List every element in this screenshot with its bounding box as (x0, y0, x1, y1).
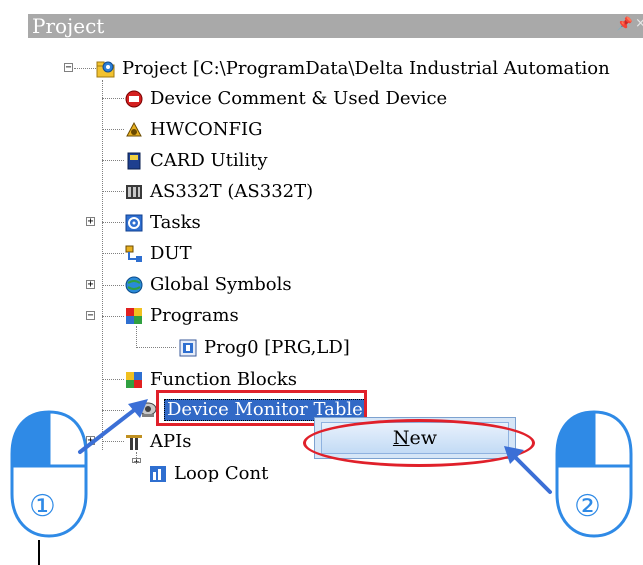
global-symbols-expander[interactable]: + (86, 280, 95, 290)
tree-item-label: DUT (150, 243, 192, 264)
step-1-label: ① (29, 489, 56, 524)
card-utility-icon (127, 152, 141, 170)
tree-item-label: Tasks (150, 212, 201, 233)
tree-item-label: Device Comment & Used Device (150, 88, 448, 109)
tree-item-label: Prog0 [PRG,LD] (204, 337, 350, 358)
loop-control-icon (150, 466, 166, 482)
tree-item-dut[interactable]: DUT (124, 239, 192, 269)
tree-item-global-symbols[interactable]: Global Symbols (124, 270, 292, 300)
tree-item-hwconfig[interactable]: HWCONFIG (124, 115, 262, 145)
device-comment-icon (125, 90, 143, 108)
step-2-label: ② (574, 489, 601, 524)
tree-item-label: AS332T (AS332T) (150, 181, 314, 202)
tree-item-label: Function Blocks (150, 369, 297, 390)
plc-module-icon (126, 185, 142, 199)
tree-root-node[interactable]: Project [C:\ProgramData\Delta Industrial… (96, 54, 610, 84)
tree-item-programs[interactable]: Programs (124, 301, 239, 331)
program-file-icon (179, 339, 197, 357)
tasks-expander[interactable]: + (86, 217, 95, 227)
tree-item-label: CARD Utility (150, 150, 268, 171)
tree-item-label: HWCONFIG (150, 119, 263, 140)
tree-item-label: Loop Cont (174, 463, 269, 483)
programs-icon (126, 308, 142, 324)
function-blocks-icon (126, 372, 142, 388)
hwconfig-icon (126, 121, 142, 137)
tree-item-device-comment[interactable]: Device Comment & Used Device (124, 84, 447, 114)
tasks-icon (125, 214, 143, 232)
programs-expander[interactable]: − (86, 311, 95, 321)
arrow-1-icon (78, 399, 148, 454)
tree-item-tasks[interactable]: Tasks (124, 208, 201, 238)
mouse-cord (38, 540, 40, 565)
tree-item-loop-control[interactable]: Loop Cont (148, 462, 318, 482)
tree-root-label: Project [C:\ProgramData\Delta Industrial… (122, 58, 610, 79)
tree-item-prog0[interactable]: Prog0 [PRG,LD] (178, 333, 350, 363)
tree-item-plc-module[interactable]: AS332T (AS332T) (124, 177, 313, 207)
root-expander[interactable]: − (64, 63, 73, 73)
tree-item-card-utility[interactable]: CARD Utility (124, 146, 268, 176)
tree-item-label: Global Symbols (150, 274, 292, 295)
arrow-2-icon (504, 446, 552, 494)
global-symbols-icon (125, 276, 143, 294)
dut-icon (125, 245, 142, 262)
tree-item-label: Programs (150, 305, 239, 326)
project-folder-icon (96, 61, 115, 78)
